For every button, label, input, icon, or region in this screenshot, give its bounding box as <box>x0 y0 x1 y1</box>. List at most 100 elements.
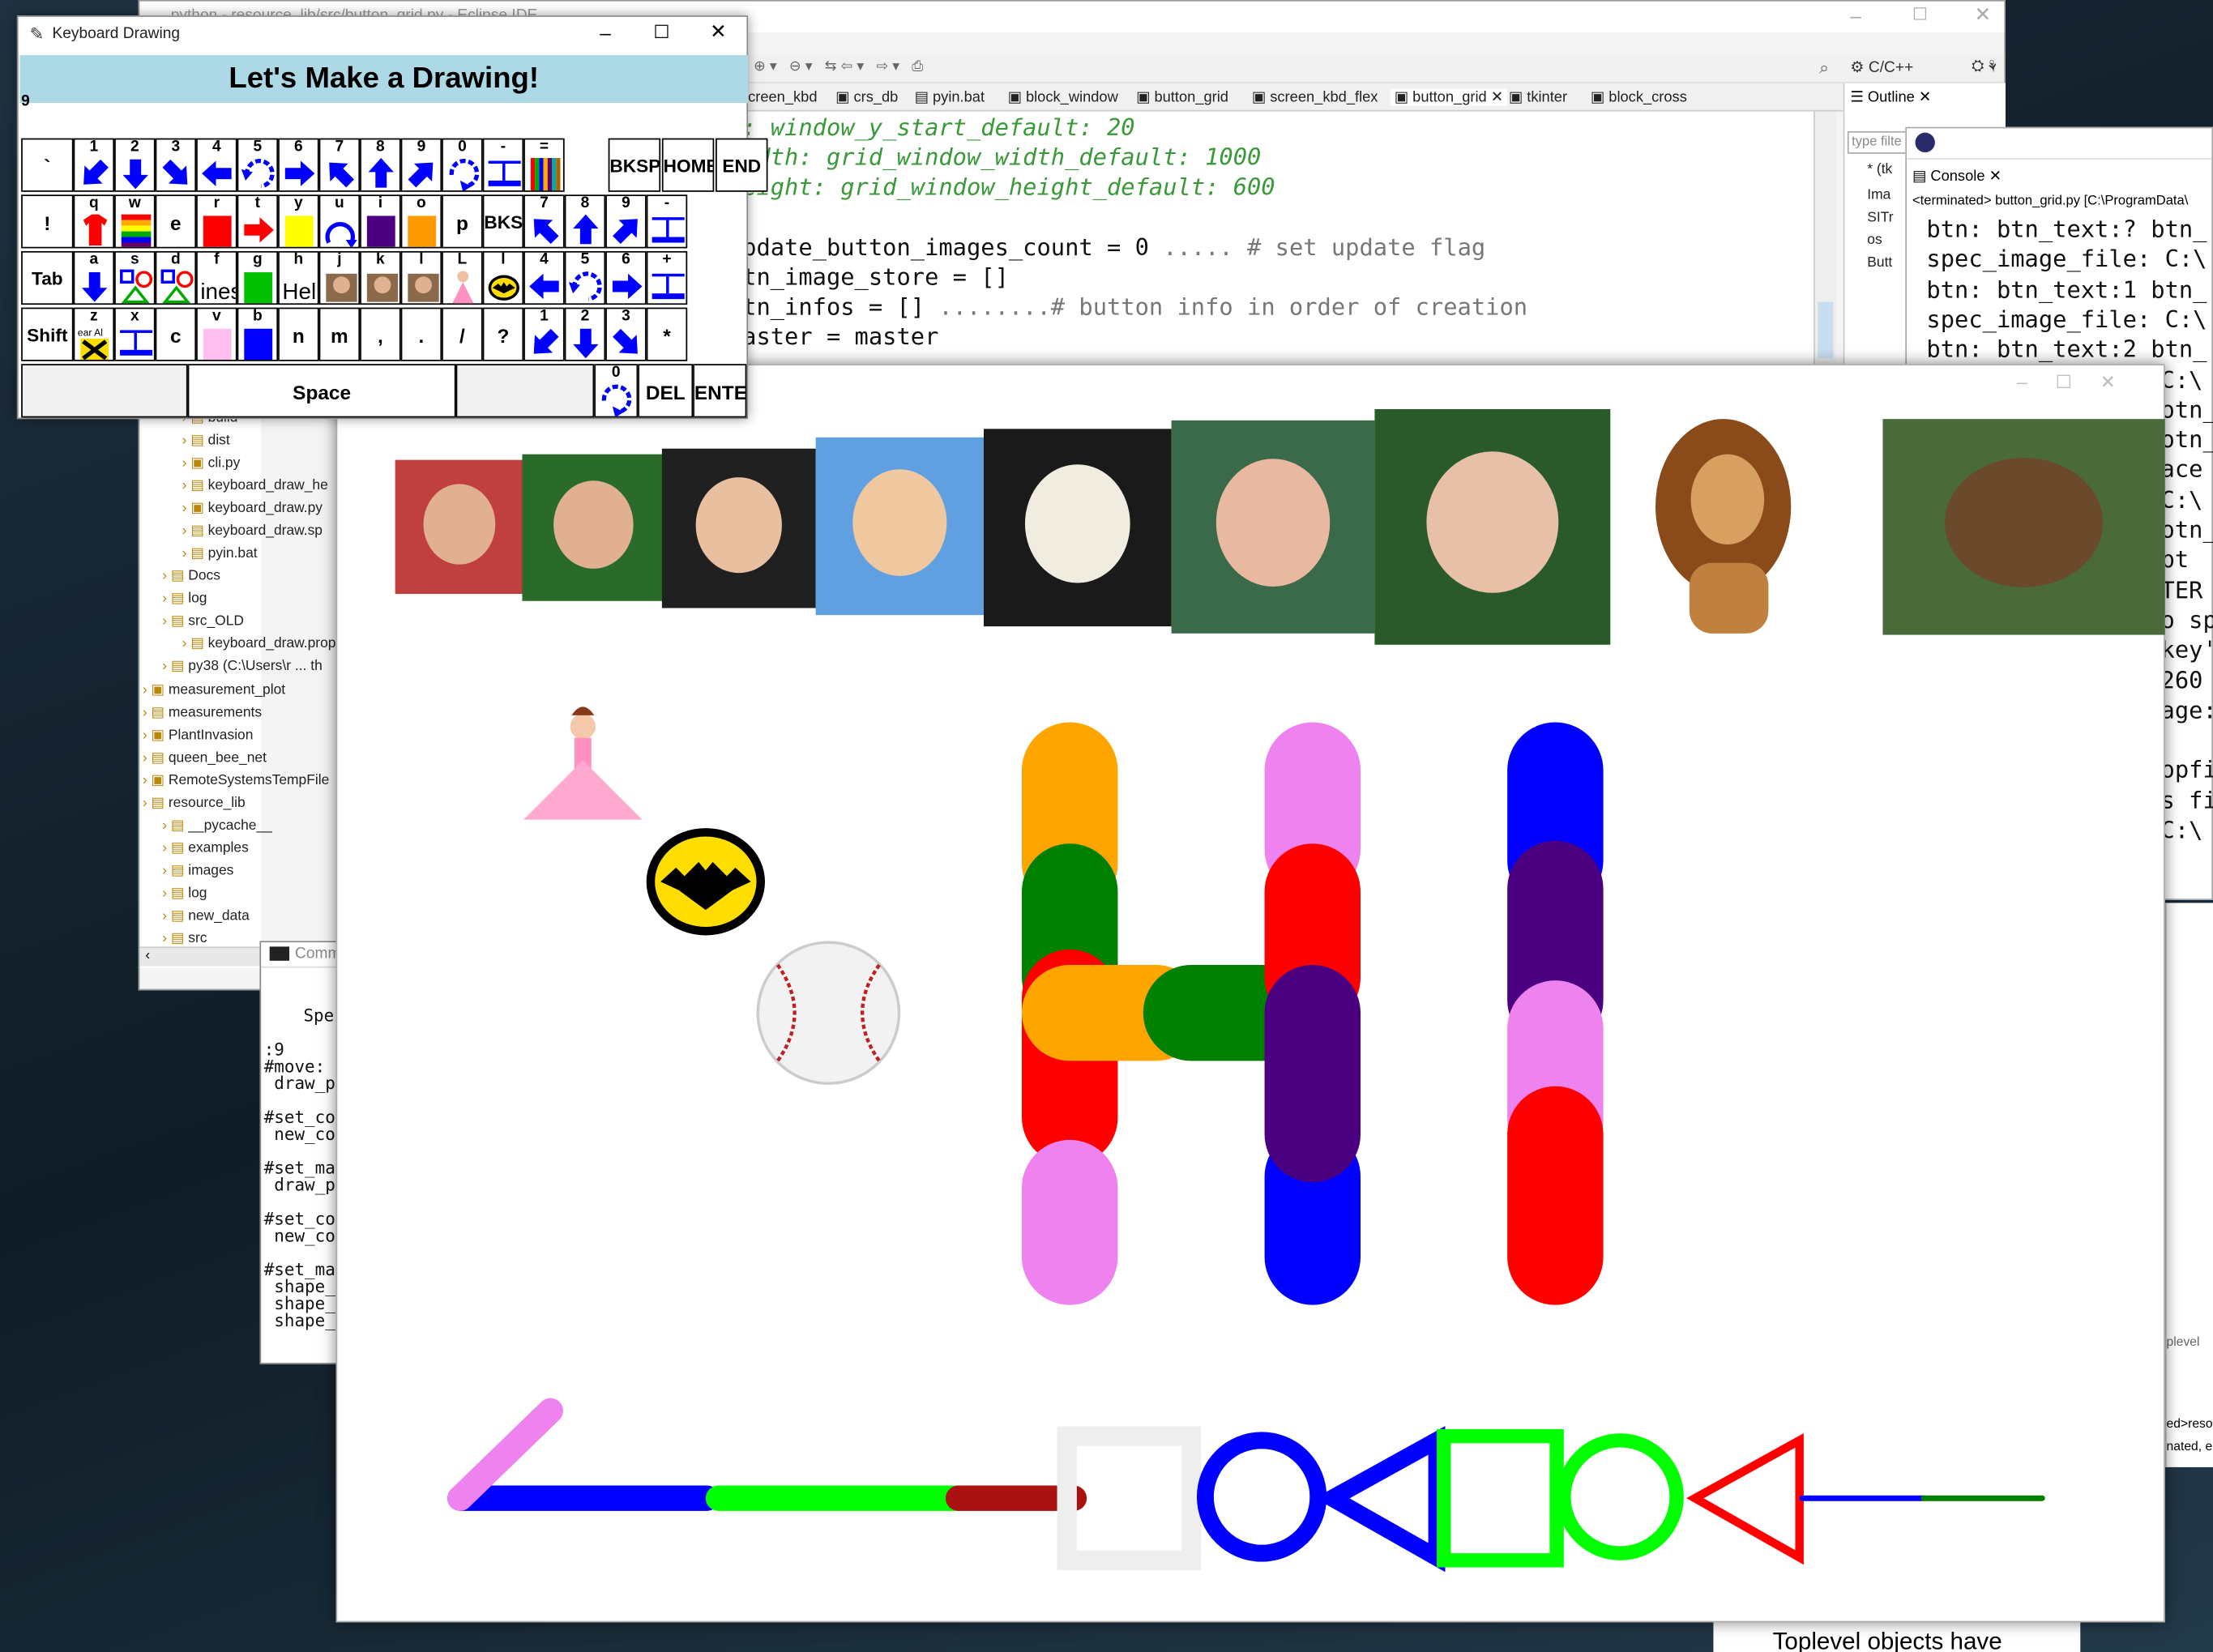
tree-item[interactable]: › ▤ log <box>162 591 207 607</box>
outline-tab[interactable]: ☰ Outline ✕ <box>1850 89 1931 106</box>
key-p[interactable]: p <box>442 194 483 249</box>
drawing-canvas[interactable] <box>337 365 2166 1624</box>
key-5[interactable]: 5 <box>564 250 606 305</box>
key--[interactable]: - <box>646 194 688 249</box>
key-blank[interactable] <box>21 364 188 418</box>
editor-tab-active[interactable]: ▣ button_grid ✕ <box>1390 88 1508 106</box>
key-v[interactable]: v <box>196 307 237 361</box>
key-8[interactable]: 8 <box>360 138 401 192</box>
key-HOME[interactable]: HOME <box>661 138 715 192</box>
key-h[interactable]: h Help <box>278 250 319 305</box>
maximize-button[interactable]: ☐ <box>653 21 669 44</box>
outline-item[interactable]: * (tk <box>1867 162 1892 177</box>
space-key[interactable]: Space <box>187 364 456 418</box>
key-BKSP[interactable]: BKSP <box>482 194 524 249</box>
tree-item[interactable]: › ▤ examples <box>162 841 249 856</box>
key-7[interactable]: 7 <box>523 194 565 249</box>
tree-item[interactable]: › ▤ keyboard_draw.prope <box>182 636 344 651</box>
key-i[interactable]: i <box>360 194 401 249</box>
key-+[interactable]: + <box>646 250 688 305</box>
editor-tab[interactable]: ▣ crs_db <box>835 89 898 106</box>
close-button[interactable]: ✕ <box>710 19 726 44</box>
key-`[interactable]: ` <box>21 138 74 192</box>
key-1[interactable]: 1 <box>523 307 565 361</box>
key-6[interactable]: 6 <box>278 138 319 192</box>
key-m[interactable]: m <box>318 307 361 361</box>
editor-tab[interactable]: ▣ block_cross <box>1591 89 1687 106</box>
close-tab-icon[interactable]: ✕ <box>1487 89 1503 106</box>
minimize-button[interactable]: – <box>600 21 611 44</box>
key-3[interactable]: 3 <box>605 307 647 361</box>
tree-item[interactable]: › ▤ src <box>162 931 207 946</box>
key-f[interactable]: f ines <box>196 250 237 305</box>
lower-tab[interactable]: plevel <box>2167 1334 2200 1348</box>
key-e[interactable]: e <box>155 194 197 249</box>
tree-item[interactable]: › ▤ __pycache__ <box>162 818 272 834</box>
scroll-left-icon[interactable]: ‹ <box>145 948 150 963</box>
key-r[interactable]: r <box>196 194 237 249</box>
key-d[interactable]: d <box>155 250 197 305</box>
tree-item[interactable]: › ▤ dist <box>182 433 230 449</box>
editor-tab[interactable]: ▣ tkinter <box>1509 89 1567 106</box>
key-j[interactable]: j <box>318 250 361 305</box>
key-*[interactable]: * <box>646 307 688 361</box>
editor-tab[interactable]: ▣ button_grid <box>1136 89 1228 106</box>
outline-item[interactable]: Ima <box>1867 188 1890 203</box>
key-u[interactable]: u <box>318 194 361 249</box>
tree-item[interactable]: › ▤ log <box>162 886 207 902</box>
key-l[interactable]: l <box>400 250 442 305</box>
close-button[interactable]: ✕ <box>1975 2 1991 27</box>
key-y[interactable]: y <box>278 194 319 249</box>
key-n[interactable]: n <box>278 307 319 361</box>
key-?[interactable]: ? <box>482 307 524 361</box>
outline-filter-input[interactable]: type filte <box>1847 130 1910 154</box>
console-tab[interactable]: ▤ Console ✕ <box>1912 168 2002 185</box>
key-7[interactable]: 7 <box>318 138 361 192</box>
key-b[interactable]: b <box>237 307 279 361</box>
tree-item[interactable]: › ▣ keyboard_draw.py <box>182 501 323 516</box>
tree-item[interactable]: › ▤ keyboard_draw_he <box>182 478 328 493</box>
key-3[interactable]: 3 <box>155 138 197 192</box>
editor-tab[interactable]: creen_kbd <box>748 89 817 106</box>
tree-item[interactable]: › ▤ keyboard_draw.sp <box>182 523 323 539</box>
outline-item[interactable]: Butt <box>1867 255 1892 271</box>
tree-item[interactable]: › ▣ PlantInvasion <box>143 728 254 743</box>
minimize-button[interactable]: – <box>1850 4 1861 27</box>
editor-tab[interactable]: ▤ pyin.bat <box>915 89 985 106</box>
tree-item[interactable]: › ▤ py38 (C:\Users\r ... th <box>162 659 322 674</box>
tree-item[interactable]: › ▤ measurements <box>143 706 262 721</box>
key-BKSP[interactable]: BKSP <box>608 138 661 192</box>
key-,[interactable]: , <box>360 307 401 361</box>
key-6[interactable]: 6 <box>605 250 647 305</box>
horizontal-scrollbar[interactable]: ‹ <box>139 946 262 967</box>
key-Tab[interactable]: Tab <box>21 250 74 305</box>
key-9[interactable]: 9 <box>400 138 442 192</box>
key-l[interactable]: l <box>482 250 524 305</box>
key-2[interactable]: 2 <box>564 307 606 361</box>
key-=[interactable]: = <box>523 138 565 192</box>
key-o[interactable]: o <box>400 194 442 249</box>
key-t[interactable]: t <box>237 194 279 249</box>
search-icon[interactable]: ⌕ <box>1819 58 1829 79</box>
key-c[interactable]: c <box>155 307 197 361</box>
delete-key[interactable]: DEL <box>638 364 694 418</box>
tree-item[interactable]: › ▤ resource_lib <box>143 796 246 811</box>
key-8[interactable]: 8 <box>564 194 606 249</box>
key-Shift[interactable]: Shift <box>21 307 74 361</box>
key-9[interactable]: 9 <box>605 194 647 249</box>
scrollbar-thumb[interactable] <box>1818 301 1834 359</box>
key-1[interactable]: 1 <box>73 138 115 192</box>
key-2[interactable]: 2 <box>114 138 156 192</box>
key-a[interactable]: a <box>73 250 115 305</box>
enter-key[interactable]: ENTER <box>693 364 747 418</box>
key-k[interactable]: k <box>360 250 401 305</box>
key-4[interactable]: 4 <box>196 138 237 192</box>
key-q[interactable]: q <box>73 194 115 249</box>
maximize-button[interactable]: ☐ <box>1912 4 1928 23</box>
key-L[interactable]: L <box>442 250 483 305</box>
editor-tab[interactable]: ▣ block_window <box>1008 89 1118 106</box>
key-.[interactable]: . <box>400 307 442 361</box>
python-perspective-icon[interactable]: ⛭ ⚘ <box>1972 58 1996 76</box>
editor-tab[interactable]: ▣ screen_kbd_flex <box>1252 89 1378 106</box>
entry-text[interactable]: 9 <box>21 93 30 110</box>
